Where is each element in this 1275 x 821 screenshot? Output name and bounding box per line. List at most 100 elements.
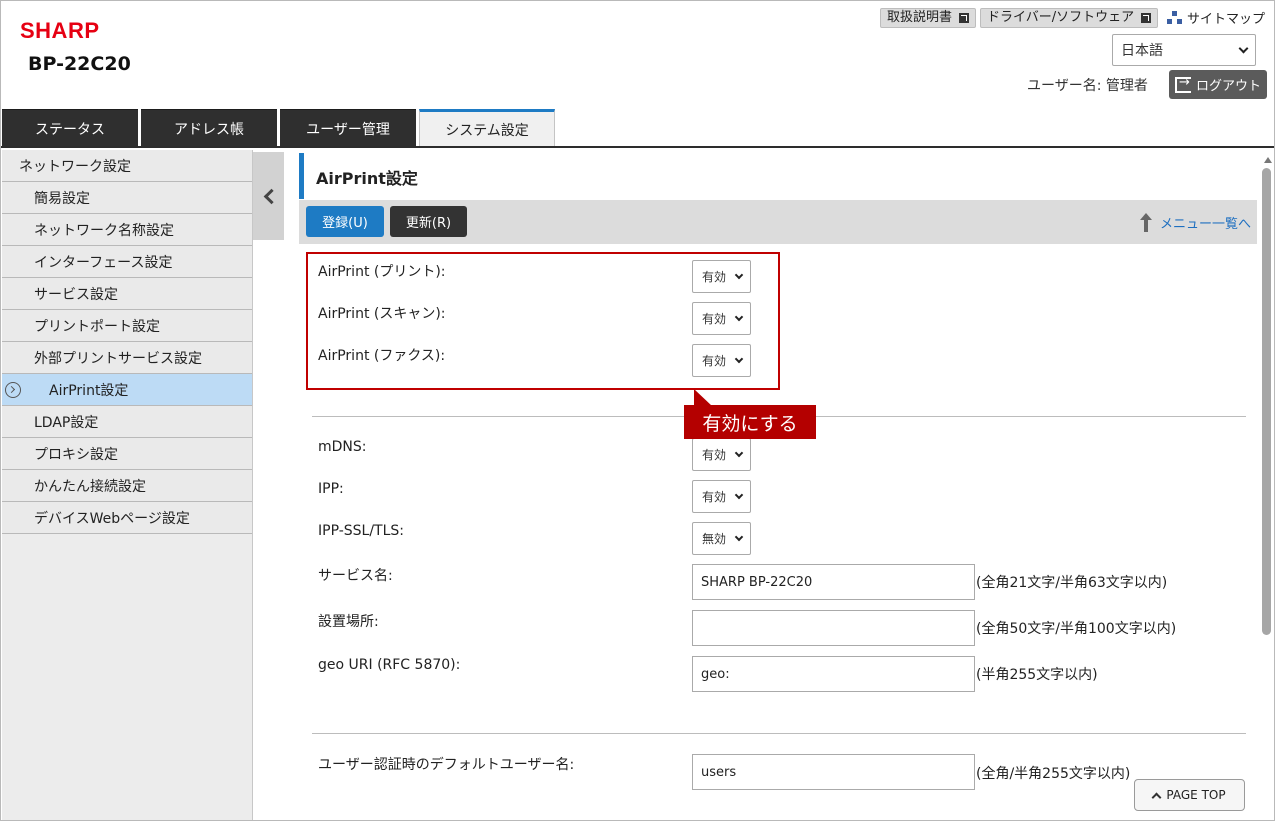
language-value: 日本語 — [1121, 43, 1163, 59]
location-label: 設置場所: — [318, 614, 379, 630]
selected-arrow-icon — [5, 382, 21, 398]
chevron-down-icon — [734, 490, 744, 499]
section-divider — [312, 733, 1246, 734]
menu-list-label: メニュー一覧へ — [1159, 216, 1251, 232]
service-name-hint: (全角21文字/半角63文字以内) — [976, 575, 1168, 591]
chevron-left-icon — [263, 188, 279, 204]
external-link-icon — [1141, 13, 1152, 23]
tab-label: システム設定 — [445, 122, 529, 139]
select-value: 無効 — [702, 532, 727, 546]
sidebar-item-label: 簡易設定 — [34, 190, 90, 207]
page-top-button[interactable]: PAGE TOP — [1134, 779, 1245, 811]
tab-label: ユーザー管理 — [306, 121, 390, 138]
sidebar-item-ldap[interactable]: LDAP設定 — [2, 406, 252, 438]
service-name-input[interactable]: SHARP BP-22C20 — [692, 564, 975, 600]
select-value: 有効 — [702, 448, 727, 462]
ipp-ssl-tls-label: IPP-SSL/TLS: — [318, 523, 405, 539]
chevron-down-icon — [1238, 43, 1249, 53]
title-accent-bar — [299, 153, 304, 199]
logout-icon — [1175, 75, 1191, 93]
sidebar-item-label: ネットワーク設定 — [19, 158, 131, 175]
refresh-button[interactable]: 更新(R) — [390, 206, 467, 237]
tab-address-book[interactable]: アドレス帳 — [141, 109, 277, 147]
default-user-input[interactable]: users — [692, 754, 975, 790]
service-name-label: サービス名: — [318, 568, 393, 584]
sidebar-item-label: プロキシ設定 — [34, 446, 118, 463]
sidebar-item-label: かんたん接続設定 — [34, 478, 146, 495]
save-button[interactable]: 登録(U) — [306, 206, 384, 237]
chevron-down-icon — [734, 532, 744, 541]
callout-pointer — [694, 389, 712, 406]
logout-label: ログアウト — [1196, 79, 1262, 94]
tab-user-management[interactable]: ユーザー管理 — [280, 109, 416, 147]
manual-label: 取扱説明書 — [887, 10, 953, 25]
tab-divider — [1, 146, 1274, 148]
sharp-logo: SHARP — [20, 18, 100, 43]
default-user-hint: (全角/半角255文字以内) — [976, 766, 1131, 782]
sidebar-item-label: サービス設定 — [34, 286, 118, 303]
tab-label: ステータス — [35, 121, 105, 138]
sidebar-item-label: AirPrint設定 — [49, 382, 129, 399]
location-hint: (全角50文字/半角100文字以内) — [976, 621, 1177, 637]
sidebar-item-label: プリントポート設定 — [34, 318, 160, 335]
geo-uri-hint: (半角255文字以内) — [976, 667, 1098, 683]
location-input[interactable] — [692, 610, 975, 646]
action-toolbar: 登録(U) 更新(R) メニュー一覧へ — [299, 200, 1257, 244]
sidebar-item-interface[interactable]: インターフェース設定 — [2, 246, 252, 278]
ipp-label: IPP: — [318, 481, 344, 497]
sidebar-item-network-settings[interactable]: ネットワーク設定 — [2, 150, 252, 182]
geo-uri-input[interactable]: geo: — [692, 656, 975, 692]
sidebar-item-label: インターフェース設定 — [34, 254, 173, 271]
sitemap-icon — [1167, 10, 1183, 25]
sidebar-item-label: ネットワーク名称設定 — [34, 222, 174, 239]
select-value: 有効 — [702, 490, 727, 504]
sidebar-item-proxy[interactable]: プロキシ設定 — [2, 438, 252, 470]
page-top-label: PAGE TOP — [1166, 788, 1226, 802]
browser-frame: SHARP BP-22C20 取扱説明書 ドライバー/ソフトウェア サイトマップ… — [0, 0, 1275, 821]
sidebar-item-network-name[interactable]: ネットワーク名称設定 — [2, 214, 252, 246]
user-name-label: ユーザー名: 管理者 — [1027, 78, 1148, 94]
sidebar-item-device-web-page[interactable]: デバイスWebページ設定 — [2, 502, 252, 534]
sidebar-item-label: デバイスWebページ設定 — [34, 510, 190, 527]
sidebar-border — [252, 150, 253, 820]
sidebar-item-service[interactable]: サービス設定 — [2, 278, 252, 310]
mdns-select[interactable]: 有効 — [692, 438, 751, 471]
mdns-label: mDNS: — [318, 439, 367, 455]
sidebar-item-easy-connect[interactable]: かんたん接続設定 — [2, 470, 252, 502]
tab-label: アドレス帳 — [174, 121, 244, 138]
enable-callout: 有効にする — [684, 405, 816, 439]
sidebar-background — [2, 534, 252, 820]
logout-button[interactable]: ログアウト — [1169, 70, 1267, 99]
chevron-down-icon — [734, 448, 744, 457]
driver-software-button[interactable]: ドライバー/ソフトウェア — [980, 8, 1159, 28]
default-user-label: ユーザー認証時のデフォルトユーザー名: — [318, 757, 575, 773]
back-to-menu-icon — [1138, 212, 1158, 232]
driver-label: ドライバー/ソフトウェア — [987, 10, 1135, 25]
page-header: AirPrint設定 — [299, 153, 1259, 199]
language-select[interactable]: 日本語 — [1112, 34, 1256, 66]
airprint-highlight-box — [306, 252, 780, 390]
tab-status[interactable]: ステータス — [2, 109, 138, 147]
sidebar-item-airprint[interactable]: AirPrint設定 — [2, 374, 252, 406]
manual-button[interactable]: 取扱説明書 — [880, 8, 977, 28]
tab-system-settings[interactable]: システム設定 — [419, 109, 555, 147]
sidebar-item-quick-setup[interactable]: 簡易設定 — [2, 182, 252, 214]
page-title: AirPrint設定 — [316, 169, 418, 188]
sidebar: ネットワーク設定 簡易設定 ネットワーク名称設定 インターフェース設定 サービス… — [2, 150, 252, 534]
sidebar-collapse-button[interactable] — [253, 152, 284, 240]
sidebar-item-label: 外部プリントサービス設定 — [34, 350, 202, 367]
sidebar-item-label: LDAP設定 — [34, 414, 99, 431]
ipp-select[interactable]: 有効 — [692, 480, 751, 513]
chevron-up-icon — [1151, 792, 1162, 802]
ipp-ssl-tls-select[interactable]: 無効 — [692, 522, 751, 555]
scrollbar-thumb[interactable] — [1262, 168, 1271, 635]
menu-list-link[interactable]: メニュー一覧へ — [1138, 212, 1251, 232]
geo-uri-label: geo URI (RFC 5870): — [318, 657, 461, 673]
external-link-icon — [959, 13, 970, 23]
sidebar-item-external-print-service[interactable]: 外部プリントサービス設定 — [2, 342, 252, 374]
scroll-up-arrow-icon[interactable] — [1264, 157, 1272, 163]
model-name: BP-22C20 — [28, 53, 131, 75]
sitemap-label: サイトマップ — [1187, 12, 1266, 27]
sidebar-item-print-port[interactable]: プリントポート設定 — [2, 310, 252, 342]
sitemap-link[interactable]: サイトマップ — [1167, 8, 1265, 27]
